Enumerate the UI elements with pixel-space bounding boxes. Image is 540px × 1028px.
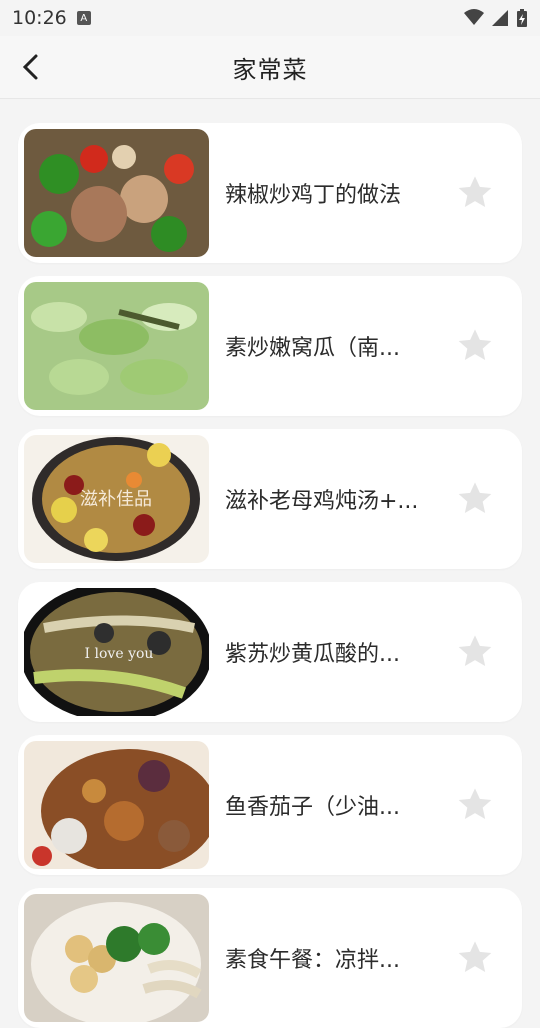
recipe-image (24, 282, 209, 410)
recipe-card[interactable]: I love you 紫苏炒黄瓜酸的... (18, 582, 522, 722)
recipe-image: 滋补佳品 (24, 435, 209, 563)
favorite-button[interactable] (453, 171, 497, 215)
recipe-name: 紫苏炒黄瓜酸的... (225, 642, 400, 667)
wifi-icon (464, 9, 484, 25)
star-icon (458, 176, 492, 207)
recipe-name: 鱼香茄子（少油... (225, 795, 400, 820)
status-bar: 10:26 A (0, 0, 540, 36)
recipe-image (24, 894, 209, 1022)
cell-signal-icon (492, 10, 508, 26)
chevron-left-icon (22, 54, 38, 80)
recipe-name: 素食午餐：凉拌... (225, 948, 400, 973)
status-time: 10:26 (12, 7, 67, 29)
image-watermark-text: 滋补佳品 (80, 489, 152, 510)
a-icon: A (76, 11, 91, 25)
recipe-image (24, 129, 209, 257)
recipe-name: 滋补老母鸡炖汤+... (225, 489, 419, 514)
star-icon (458, 788, 492, 819)
favorite-button[interactable] (453, 936, 497, 980)
star-icon (458, 482, 492, 513)
favorite-button[interactable] (453, 477, 497, 521)
recipe-image (24, 741, 209, 869)
recipe-card[interactable]: 滋补佳品 滋补老母鸡炖汤+... (18, 429, 522, 569)
recipe-card[interactable]: 素炒嫩窝瓜（南... (18, 276, 522, 416)
recipe-name: 辣椒炒鸡丁的做法 (225, 183, 402, 208)
recipe-card[interactable]: 素食午餐：凉拌... (18, 888, 522, 1028)
back-button[interactable] (14, 50, 48, 84)
star-icon (458, 635, 492, 666)
favorite-button[interactable] (453, 324, 497, 368)
battery-charging-icon (517, 9, 527, 27)
favorite-button[interactable] (453, 630, 497, 674)
recipe-name: 素炒嫩窝瓜（南... (225, 336, 400, 361)
recipe-card[interactable]: 辣椒炒鸡丁的做法 (18, 123, 522, 263)
favorite-button[interactable] (453, 783, 497, 827)
star-icon (458, 941, 492, 972)
image-watermark-text: I love you (85, 646, 154, 662)
recipe-image: I love you (24, 588, 209, 716)
recipe-card[interactable]: 鱼香茄子（少油... (18, 735, 522, 875)
star-icon (458, 329, 492, 360)
app-bar: 家常菜 (0, 36, 540, 99)
page-title: 家常菜 (232, 55, 308, 84)
